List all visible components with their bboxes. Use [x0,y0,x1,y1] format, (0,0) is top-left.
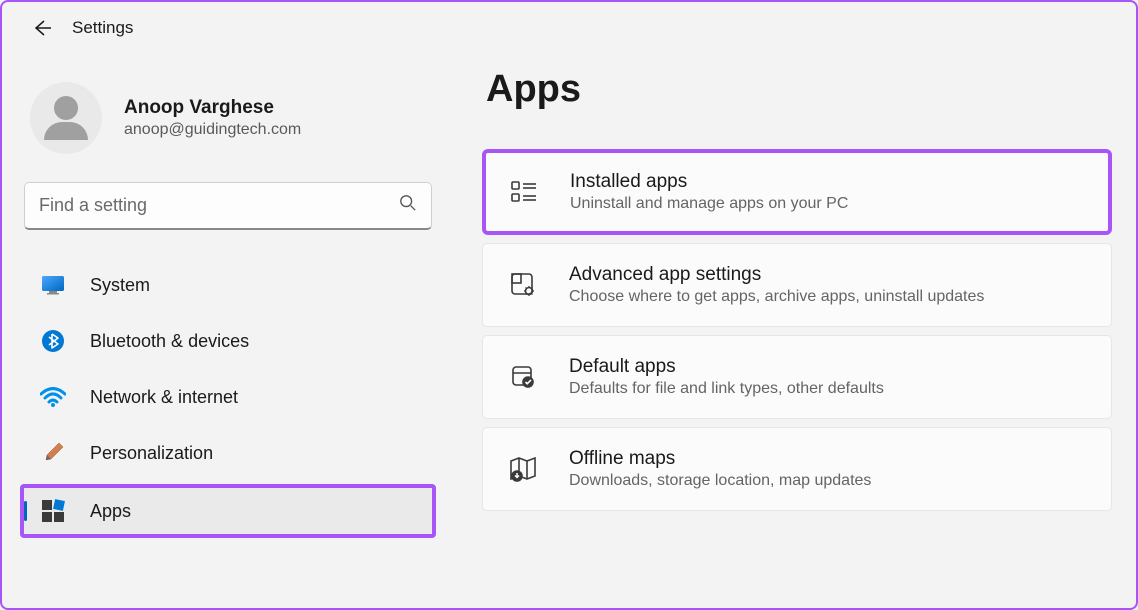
sidebar-item-label: Apps [90,501,131,522]
main-content: Apps Installed apps Uninstall and manage… [482,48,1116,544]
card-default-apps[interactable]: Default apps Defaults for file and link … [482,335,1112,419]
sidebar-item-label: System [90,275,150,296]
default-apps-icon [509,363,537,391]
card-advanced-settings[interactable]: Advanced app settings Choose where to ge… [482,243,1112,327]
card-title: Default apps [569,356,884,378]
sidebar-item-personalization[interactable]: Personalization [22,428,434,478]
wifi-icon [40,384,66,410]
sidebar-item-system[interactable]: System [22,260,434,310]
card-desc: Downloads, storage location, map updates [569,472,871,490]
profile-email: anoop@guidingtech.com [124,121,301,139]
card-title: Installed apps [570,171,848,193]
page-title: Apps [486,68,1112,111]
card-installed-apps[interactable]: Installed apps Uninstall and manage apps… [482,149,1112,235]
card-title: Offline maps [569,448,871,470]
sidebar-item-label: Personalization [90,443,213,464]
card-desc: Choose where to get apps, archive apps, … [569,288,984,306]
app-title: Settings [72,18,133,38]
advanced-settings-icon [509,271,537,299]
back-button[interactable] [30,16,54,40]
profile-section[interactable]: Anoop Varghese anoop@guidingtech.com [22,82,434,182]
sidebar-item-label: Bluetooth & devices [90,331,249,352]
avatar [30,82,102,154]
installed-apps-icon [510,178,538,206]
card-title: Advanced app settings [569,264,984,286]
sidebar-item-apps[interactable]: Apps [20,484,436,538]
search-input[interactable] [39,195,399,216]
brush-icon [40,440,66,466]
offline-maps-icon [509,455,537,483]
bluetooth-icon [40,328,66,354]
card-desc: Uninstall and manage apps on your PC [570,195,848,213]
profile-name: Anoop Varghese [124,97,301,119]
sidebar-item-network[interactable]: Network & internet [22,372,434,422]
sidebar-item-bluetooth[interactable]: Bluetooth & devices [22,316,434,366]
card-desc: Defaults for file and link types, other … [569,380,884,398]
card-offline-maps[interactable]: Offline maps Downloads, storage location… [482,427,1112,511]
system-icon [40,272,66,298]
search-box[interactable] [24,182,432,230]
apps-icon [40,498,66,524]
sidebar-item-label: Network & internet [90,387,238,408]
sidebar: Anoop Varghese anoop@guidingtech.com Sys… [22,48,434,544]
search-icon [399,194,417,217]
